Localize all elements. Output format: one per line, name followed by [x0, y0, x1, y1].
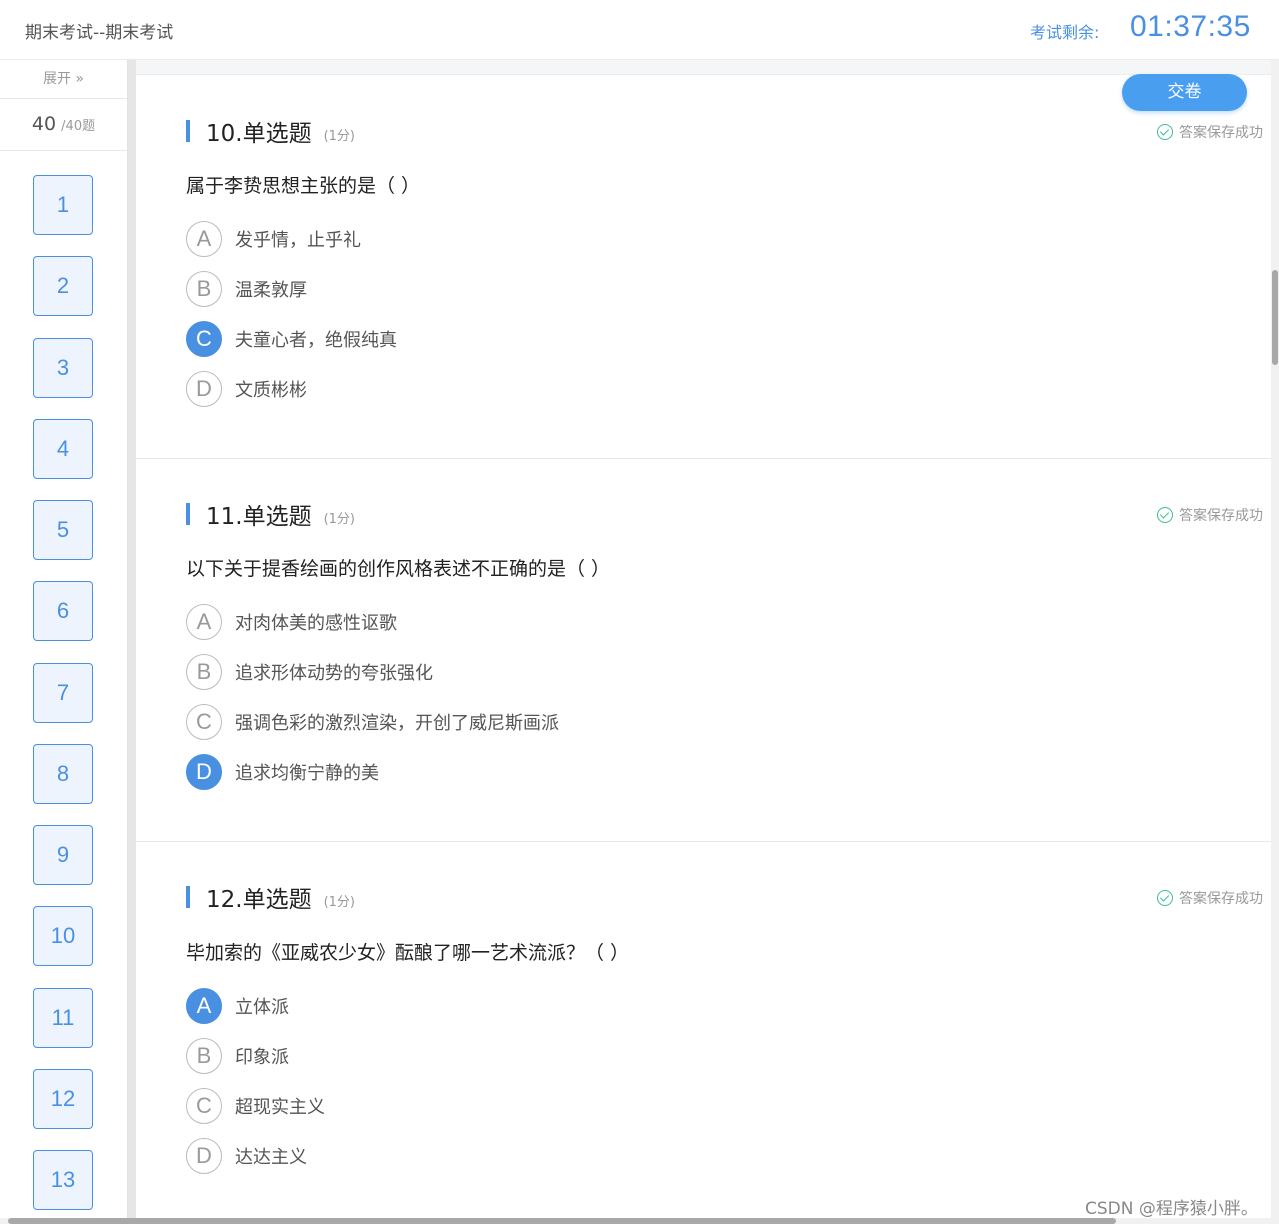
question-title: 12.单选题	[206, 887, 312, 913]
option-c[interactable]: C 强调色彩的激烈渲染，开创了威尼斯画派	[186, 703, 559, 741]
option-d[interactable]: D 文质彬彬	[186, 370, 307, 408]
question-list: 10.单选题 (1分) 答案保存成功 属于李贽思想主张的是（ ） A 发乎情，止…	[136, 60, 1271, 1224]
option-text[interactable]: 立体派	[235, 993, 289, 1019]
option-c[interactable]: C 超现实主义	[186, 1087, 325, 1125]
check-circle-icon	[1157, 890, 1173, 906]
question-sidebar: 展开 » 40 /40题 1 2 3 4 5 6 7 8 9 10 11 12 …	[0, 60, 128, 1224]
watermark: CSDN @程序猿小胖。	[1085, 1199, 1258, 1219]
save-status-text: 答案保存成功	[1179, 508, 1263, 524]
option-letter[interactable]: C	[186, 1088, 222, 1124]
option-b[interactable]: B 温柔敦厚	[186, 270, 307, 308]
option-letter[interactable]: A	[186, 221, 222, 257]
option-letter[interactable]: C	[186, 704, 222, 740]
horizontal-scroll-thumb[interactable]	[8, 1218, 1116, 1224]
option-text[interactable]: 印象派	[235, 1043, 289, 1069]
option-text[interactable]: 追求均衡宁静的美	[235, 759, 379, 785]
question-nav-button[interactable]: 8	[33, 744, 93, 804]
question-score: (1分)	[323, 128, 355, 144]
question-nav-button[interactable]: 2	[33, 256, 93, 316]
option-letter[interactable]: D	[186, 1138, 222, 1174]
option-c[interactable]: C 夫童心者，绝假纯真	[186, 320, 397, 358]
question-nav-button[interactable]: 3	[33, 338, 93, 398]
option-a[interactable]: A 发乎情，止乎礼	[186, 220, 361, 258]
option-text[interactable]: 超现实主义	[235, 1093, 325, 1119]
question-score: (1分)	[323, 894, 355, 910]
submit-exam-button[interactable]: 交卷	[1122, 74, 1247, 111]
question-nav-button[interactable]: 9	[33, 825, 93, 885]
question-nav-button[interactable]: 12	[33, 1069, 93, 1129]
option-text[interactable]: 发乎情，止乎礼	[235, 226, 361, 252]
option-letter[interactable]: A	[186, 604, 222, 640]
title-accent-bar	[186, 503, 190, 525]
question-card: 10.单选题 (1分) 答案保存成功 属于李贽思想主张的是（ ） A 发乎情，止…	[136, 75, 1271, 457]
question-header: 10.单选题 (1分)	[186, 118, 355, 147]
question-header: 11.单选题 (1分)	[186, 501, 355, 530]
expand-sidebar-button[interactable]: 展开 »	[0, 60, 127, 99]
save-status: 答案保存成功	[1157, 888, 1263, 908]
vertical-scrollbar[interactable]	[1271, 60, 1279, 1224]
option-letter-selected[interactable]: C	[186, 321, 222, 357]
total-count: /40题	[61, 119, 96, 134]
question-nav-button[interactable]: 1	[33, 175, 93, 235]
title-accent-bar	[186, 886, 190, 908]
option-text[interactable]: 追求形体动势的夸张强化	[235, 659, 433, 685]
title-accent-bar	[186, 120, 190, 142]
check-circle-icon	[1157, 124, 1173, 140]
question-title: 11.单选题	[206, 504, 312, 530]
answered-count: 40 /40题	[0, 98, 127, 151]
question-score: (1分)	[323, 511, 355, 527]
sidebar-divider	[128, 60, 136, 1224]
option-letter-selected[interactable]: A	[186, 988, 222, 1024]
option-b[interactable]: B 印象派	[186, 1037, 289, 1075]
question-nav-button[interactable]: 4	[33, 419, 93, 479]
check-circle-icon	[1157, 507, 1173, 523]
question-card: 12.单选题 (1分) 答案保存成功 毕加索的《亚威农少女》酝酿了哪一艺术流派？…	[136, 842, 1271, 1224]
question-text: 以下关于提香绘画的创作风格表述不正确的是（ ）	[186, 558, 611, 580]
option-text[interactable]: 达达主义	[235, 1143, 307, 1169]
option-letter[interactable]: B	[186, 654, 222, 690]
list-top-gap	[136, 60, 1271, 75]
horizontal-scrollbar[interactable]	[0, 1218, 1271, 1224]
option-text[interactable]: 文质彬彬	[235, 376, 307, 402]
question-nav-button[interactable]: 7	[33, 663, 93, 723]
question-nav-button[interactable]: 6	[33, 581, 93, 641]
save-status-text: 答案保存成功	[1179, 891, 1263, 907]
option-d[interactable]: D 达达主义	[186, 1137, 307, 1175]
option-text[interactable]: 对肉体美的感性讴歌	[235, 609, 397, 635]
save-status: 答案保存成功	[1157, 505, 1263, 525]
option-b[interactable]: B 追求形体动势的夸张强化	[186, 653, 433, 691]
option-text[interactable]: 温柔敦厚	[235, 276, 307, 302]
question-nav-button[interactable]: 5	[33, 500, 93, 560]
question-nav-button[interactable]: 13	[33, 1150, 93, 1210]
exam-title: 期末考试--期末考试	[25, 23, 174, 43]
save-status-text: 答案保存成功	[1179, 125, 1263, 141]
option-letter-selected[interactable]: D	[186, 754, 222, 790]
question-text: 毕加索的《亚威农少女》酝酿了哪一艺术流派？（ ）	[186, 942, 630, 964]
question-nav-button[interactable]: 10	[33, 906, 93, 966]
save-status: 答案保存成功	[1157, 122, 1263, 142]
question-text: 属于李贽思想主张的是（ ）	[186, 175, 421, 197]
option-a[interactable]: A 对肉体美的感性讴歌	[186, 603, 397, 641]
option-text[interactable]: 强调色彩的激烈渲染，开创了威尼斯画派	[235, 709, 559, 735]
question-header: 12.单选题 (1分)	[186, 884, 355, 913]
answered-count-number: 40	[31, 113, 57, 135]
timer-label: 考试剩余:	[1030, 23, 1100, 42]
question-card: 11.单选题 (1分) 答案保存成功 以下关于提香绘画的创作风格表述不正确的是（…	[136, 459, 1271, 841]
top-bar: 期末考试--期末考试 考试剩余: 01:37:35	[0, 0, 1279, 60]
countdown-timer: 01:37:35	[1130, 10, 1251, 43]
option-text[interactable]: 夫童心者，绝假纯真	[235, 326, 397, 352]
option-letter[interactable]: B	[186, 271, 222, 307]
option-a[interactable]: A 立体派	[186, 987, 289, 1025]
question-title: 10.单选题	[206, 121, 312, 147]
option-letter[interactable]: D	[186, 371, 222, 407]
option-d[interactable]: D 追求均衡宁静的美	[186, 753, 379, 791]
vertical-scroll-thumb[interactable]	[1272, 270, 1278, 365]
question-nav-button[interactable]: 11	[33, 988, 93, 1048]
option-letter[interactable]: B	[186, 1038, 222, 1074]
